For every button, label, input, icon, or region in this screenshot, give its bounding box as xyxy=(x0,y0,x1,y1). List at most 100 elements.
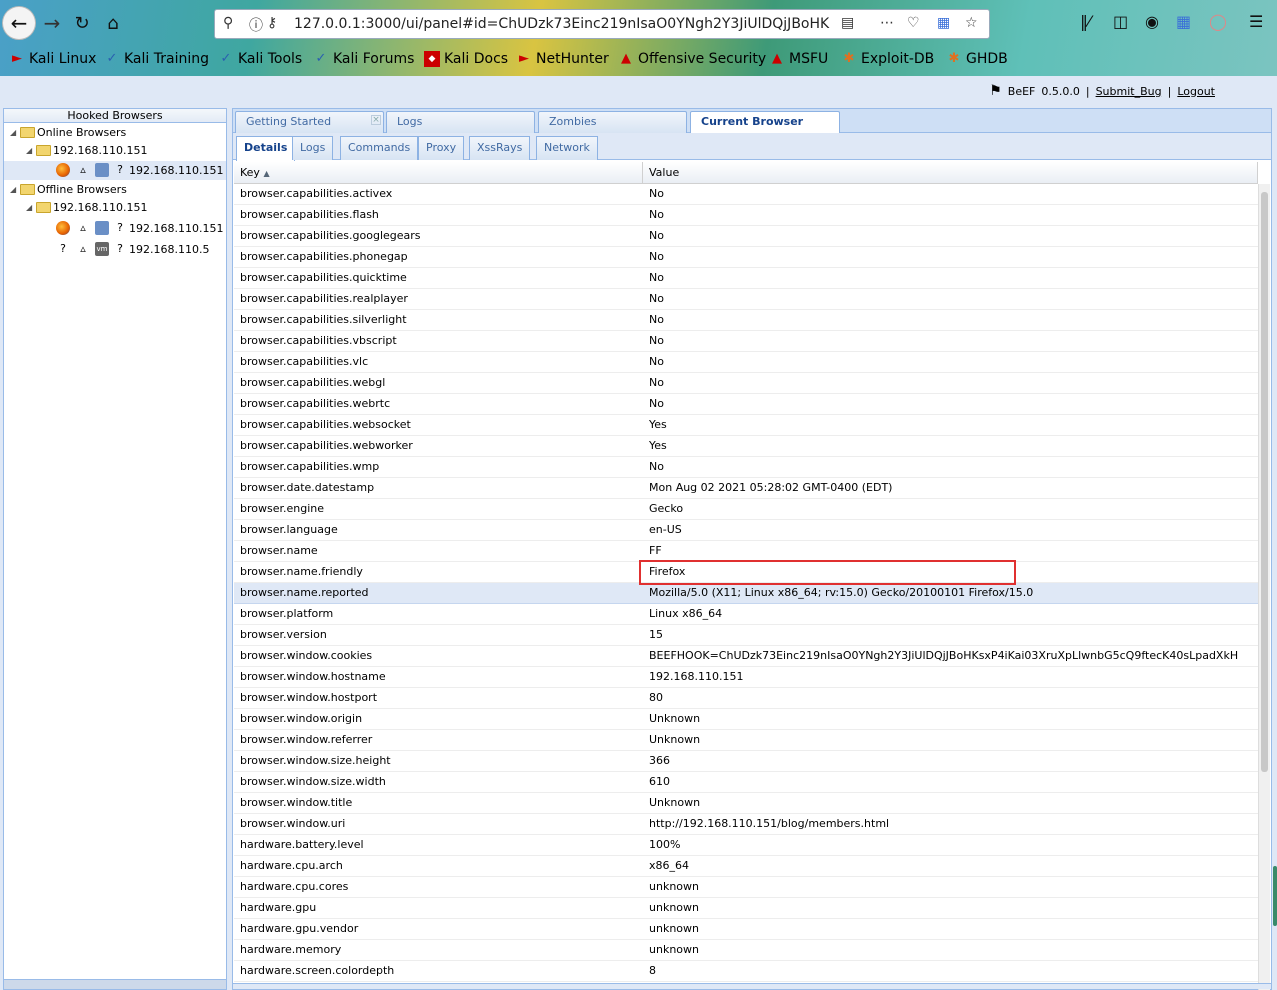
table-row[interactable]: browser.capabilities.webgl No xyxy=(234,373,1258,394)
bookmark-offensive-security[interactable]: ▲ Offensive Security xyxy=(618,51,766,67)
table-row[interactable]: browser.capabilities.vbscript No xyxy=(234,331,1258,352)
table-row[interactable]: browser.capabilities.vlc No xyxy=(234,352,1258,373)
table-row[interactable]: browser.capabilities.webrtc No xyxy=(234,394,1258,415)
table-row[interactable]: hardware.memory unknown xyxy=(234,940,1258,961)
tab-logs[interactable]: Logs xyxy=(386,111,535,133)
tab-getting-started[interactable]: Getting Started × xyxy=(235,111,384,133)
grid-scrollbar[interactable] xyxy=(1258,184,1270,990)
info-icon[interactable]: ⓘ xyxy=(249,15,263,35)
library-icon[interactable]: ‖⁄ xyxy=(1080,12,1091,31)
table-row[interactable]: browser.capabilities.quicktime No xyxy=(234,268,1258,289)
scrollbar-thumb[interactable] xyxy=(1261,192,1268,772)
tree-offline-host-2[interactable]: ? ▵ vm ? 192.168.110.5 xyxy=(4,240,226,259)
subtab-details[interactable]: Details xyxy=(236,136,296,161)
table-row[interactable]: hardware.cpu.arch x86_64 xyxy=(234,856,1258,877)
bookmark-msfu[interactable]: ▲ MSFU xyxy=(769,51,828,67)
beef-logo-icon: ⚑ xyxy=(989,83,1002,99)
url-bar[interactable]: ⚲ ⓘ ⚷ 127.0.0.1:3000/ui/panel#id=ChUDzk7… xyxy=(214,9,990,39)
table-row[interactable]: browser.name.reported Mozilla/5.0 (X11; L… xyxy=(234,583,1258,604)
home-button[interactable]: ⌂ xyxy=(99,8,127,38)
expand-icon[interactable]: ◢ xyxy=(10,123,16,142)
row-value: No xyxy=(649,334,664,347)
subtab-xssrays[interactable]: XssRays xyxy=(469,136,531,160)
row-value: x86_64 xyxy=(649,859,690,872)
browser-chrome: ← → ↻ ⌂ ⚲ ⓘ ⚷ 127.0.0.1:3000/ui/panel#id… xyxy=(0,0,1277,76)
account-icon[interactable]: ◉ xyxy=(1145,12,1159,31)
bookmark-kali-docs[interactable]: ◆ Kali Docs xyxy=(424,51,508,67)
table-row[interactable]: browser.window.title Unknown xyxy=(234,793,1258,814)
tree-online-browsers[interactable]: ◢ Online Browsers xyxy=(4,123,226,142)
bookmark-star-icon[interactable]: ☆ xyxy=(965,15,978,31)
table-row[interactable]: hardware.screen.colordepth 8 xyxy=(234,961,1258,982)
tab-zombies[interactable]: Zombies xyxy=(538,111,687,133)
back-button[interactable]: ← xyxy=(3,7,35,39)
table-row[interactable]: browser.engine Gecko xyxy=(234,499,1258,520)
table-row[interactable]: browser.capabilities.googlegears No xyxy=(234,226,1258,247)
table-row[interactable]: browser.window.uri http://192.168.110.151… xyxy=(234,814,1258,835)
translate-icon[interactable]: ▦ xyxy=(937,15,950,31)
table-row[interactable]: browser.window.size.width 610 xyxy=(234,772,1258,793)
tree-online-host[interactable]: ▵ ? 192.168.110.151 xyxy=(4,161,226,180)
table-row[interactable]: browser.capabilities.silverlight No xyxy=(234,310,1258,331)
bookmark-exploit-db[interactable]: ✱ Exploit-DB xyxy=(841,51,935,67)
translate-extension-icon[interactable]: ▦ xyxy=(1176,12,1191,31)
table-row[interactable]: browser.capabilities.flash No xyxy=(234,205,1258,226)
sidebar-icon[interactable]: ◫ xyxy=(1113,12,1128,31)
url-text[interactable]: 127.0.0.1:3000/ui/panel#id=ChUDzk73Einc2… xyxy=(294,16,834,32)
reload-button[interactable]: ↻ xyxy=(68,8,96,38)
column-key-header[interactable]: Key ▲ xyxy=(234,162,643,184)
expand-icon[interactable]: ◢ xyxy=(26,141,32,160)
table-row[interactable]: browser.date.datestamp Mon Aug 02 2021 05… xyxy=(234,478,1258,499)
table-row[interactable]: browser.window.referrer Unknown xyxy=(234,730,1258,751)
table-row[interactable]: browser.capabilities.webworker Yes xyxy=(234,436,1258,457)
table-row[interactable]: hardware.gpu unknown xyxy=(234,898,1258,919)
shield-icon[interactable]: ⚲ xyxy=(223,15,233,31)
table-row[interactable]: browser.window.hostport 80 xyxy=(234,688,1258,709)
submit-bug-link[interactable]: Submit_Bug xyxy=(1096,85,1162,98)
key-icon[interactable]: ⚷ xyxy=(267,15,277,31)
table-row[interactable]: browser.window.size.height 366 xyxy=(234,751,1258,772)
forward-button[interactable]: → xyxy=(38,8,66,38)
table-row[interactable]: hardware.gpu.vendor unknown xyxy=(234,919,1258,940)
tree-offline-host-1[interactable]: ▵ ? 192.168.110.151 xyxy=(4,219,226,238)
subtab-logs[interactable]: Logs xyxy=(292,136,334,160)
subtab-proxy[interactable]: Proxy xyxy=(418,136,465,160)
table-row[interactable]: browser.window.hostname 192.168.110.151 xyxy=(234,667,1258,688)
reader-view-icon[interactable]: ▤ xyxy=(841,15,854,31)
tab-current-browser[interactable]: Current Browser xyxy=(690,111,840,134)
table-row[interactable]: browser.window.cookies BEEFHOOK=ChUDzk73E… xyxy=(234,646,1258,667)
bookmark-kali-forums[interactable]: ✓ Kali Forums xyxy=(313,51,415,67)
table-row[interactable]: hardware.cpu.cores unknown xyxy=(234,877,1258,898)
table-row[interactable]: browser.name FF xyxy=(234,541,1258,562)
expand-icon[interactable]: ◢ xyxy=(26,198,32,217)
table-row[interactable]: browser.platform Linux x86_64 xyxy=(234,604,1258,625)
table-row[interactable]: browser.language en-US xyxy=(234,520,1258,541)
page-actions-icon[interactable]: ⋯ xyxy=(880,15,894,31)
tree-offline-browsers[interactable]: ◢ Offline Browsers xyxy=(4,180,226,199)
tree-offline-subnet[interactable]: ◢ 192.168.110.151 xyxy=(4,198,226,217)
table-row[interactable]: browser.capabilities.websocket Yes xyxy=(234,415,1258,436)
bookmark-ghdb[interactable]: ✱ GHDB xyxy=(946,51,1008,67)
table-row[interactable]: browser.window.origin Unknown xyxy=(234,709,1258,730)
table-row[interactable]: browser.capabilities.activex No xyxy=(234,184,1258,205)
bookmark-kali-linux[interactable]: ► Kali Linux xyxy=(9,51,96,67)
subtab-commands[interactable]: Commands xyxy=(340,136,419,160)
subtab-network[interactable]: Network xyxy=(536,136,598,160)
table-row[interactable]: browser.capabilities.wmp No xyxy=(234,457,1258,478)
pocket-icon[interactable]: ♡ xyxy=(907,15,920,31)
page-scroll-indicator[interactable] xyxy=(1273,866,1277,926)
tree-online-subnet[interactable]: ◢ 192.168.110.151 xyxy=(4,141,226,160)
table-row[interactable]: browser.capabilities.phonegap No xyxy=(234,247,1258,268)
table-row[interactable]: browser.version 15 xyxy=(234,625,1258,646)
extension-icon[interactable]: ◯ xyxy=(1209,12,1227,31)
close-icon[interactable]: × xyxy=(371,115,381,125)
menu-icon[interactable]: ☰ xyxy=(1249,12,1263,31)
column-value-header[interactable]: Value xyxy=(643,162,1258,184)
bookmark-nethunter[interactable]: ► NetHunter xyxy=(516,51,609,67)
bookmark-kali-tools[interactable]: ✓ Kali Tools xyxy=(218,51,303,67)
logout-link[interactable]: Logout xyxy=(1177,85,1215,98)
table-row[interactable]: hardware.battery.level 100% xyxy=(234,835,1258,856)
bookmark-kali-training[interactable]: ✓ Kali Training xyxy=(104,51,209,67)
table-row[interactable]: browser.capabilities.realplayer No xyxy=(234,289,1258,310)
expand-icon[interactable]: ◢ xyxy=(10,180,16,199)
